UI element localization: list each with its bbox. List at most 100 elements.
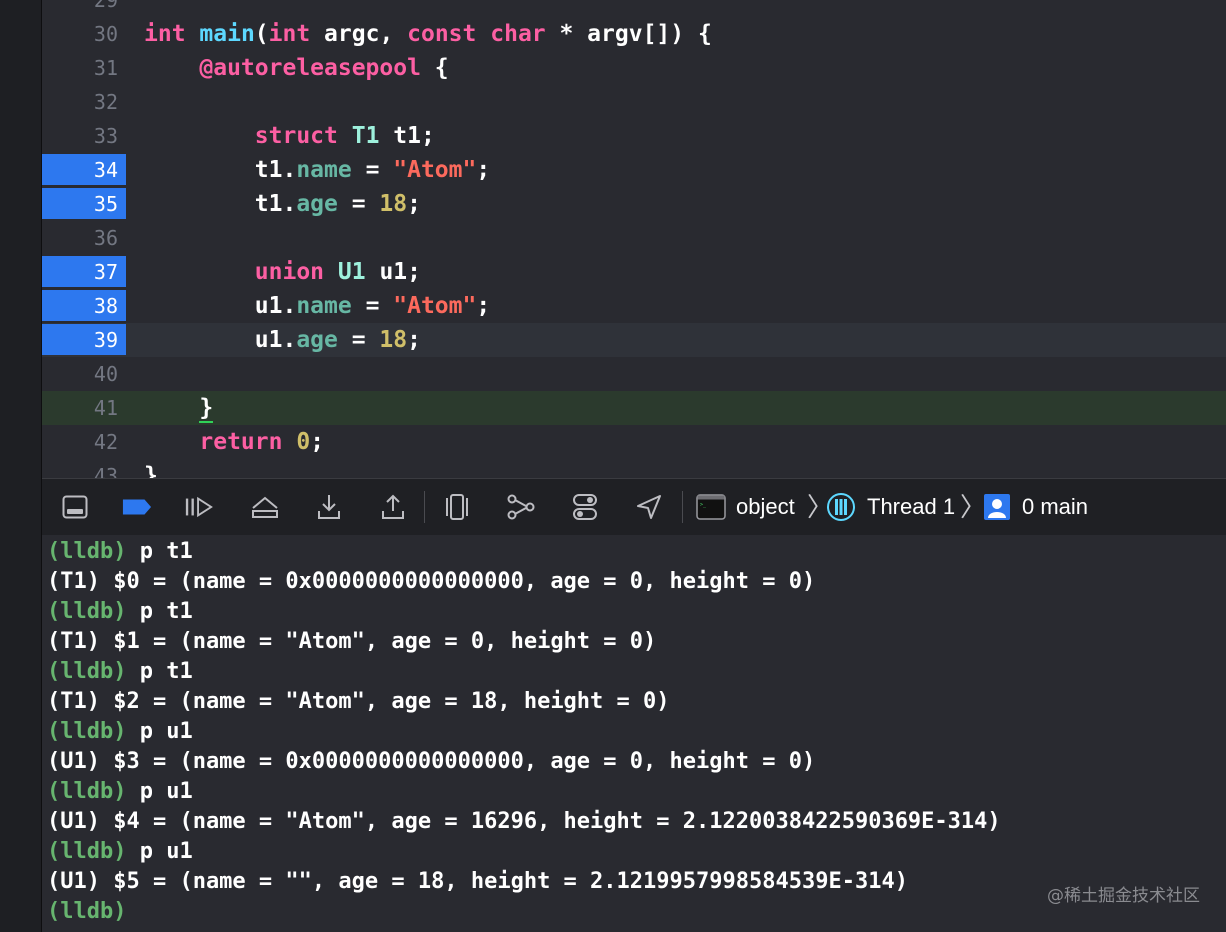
code-text[interactable]: } bbox=[144, 459, 158, 478]
memory-graph-icon[interactable] bbox=[506, 493, 536, 521]
code-token: int bbox=[144, 21, 186, 47]
code-token: age bbox=[296, 327, 338, 353]
code-line[interactable]: 29 bbox=[42, 0, 1226, 17]
code-token: 18 bbox=[379, 191, 408, 217]
code-line[interactable]: 43} bbox=[42, 459, 1226, 478]
code-text[interactable]: } bbox=[144, 391, 214, 425]
lldb-prompt: (lldb) bbox=[47, 719, 127, 744]
line-number-gutter[interactable]: 39 bbox=[42, 323, 136, 357]
code-text[interactable]: int main(int argc, const char * argv[]) … bbox=[144, 17, 712, 51]
line-number: 30 bbox=[93, 22, 118, 46]
console-text: (U1) $5 = (name = "", age = 18, height =… bbox=[47, 869, 908, 894]
watermark: @稀土掘金技术社区 bbox=[1047, 886, 1200, 906]
code-text[interactable]: return 0; bbox=[144, 425, 324, 459]
code-token: = bbox=[337, 327, 380, 353]
toggle-console-icon[interactable] bbox=[60, 493, 90, 521]
code-line[interactable]: 30 int main(int argc, const char * argv[]… bbox=[42, 17, 1226, 51]
breakpoints-toggle-icon[interactable] bbox=[122, 493, 152, 521]
line-number: 32 bbox=[93, 90, 118, 114]
code-line[interactable]: 37 union U1 u1; bbox=[42, 255, 1226, 289]
line-number: 31 bbox=[93, 56, 118, 80]
console-command-line: (lldb) p t1 bbox=[47, 537, 193, 567]
line-number-gutter[interactable]: 30 bbox=[42, 17, 136, 51]
code-editor[interactable]: 29 30 int main(int argc, const char * argv… bbox=[42, 0, 1226, 478]
step-out-icon[interactable] bbox=[378, 493, 408, 521]
debug-bar: >_ object 〉 Thread 1 〉 0 main bbox=[42, 478, 1226, 536]
line-number: 37 bbox=[93, 260, 118, 284]
code-text[interactable]: struct T1 t1; bbox=[144, 119, 435, 153]
line-number-gutter[interactable]: 38 bbox=[42, 289, 136, 323]
console-text: (U1) $3 = (name = 0x0000000000000000, ag… bbox=[47, 749, 816, 774]
code-line[interactable]: 42 return 0; bbox=[42, 425, 1226, 459]
code-token: ; bbox=[310, 429, 325, 455]
code-token: struct bbox=[254, 123, 338, 149]
code-token: } bbox=[199, 395, 214, 423]
line-number-gutter[interactable]: 35 bbox=[42, 187, 136, 221]
line-number-gutter[interactable]: 33 bbox=[42, 119, 136, 153]
code-line[interactable]: 40 bbox=[42, 357, 1226, 391]
continue-icon[interactable] bbox=[184, 493, 214, 521]
code-text[interactable]: union U1 u1; bbox=[144, 255, 421, 289]
debug-console[interactable]: (lldb) p t1 (T1) $0 = (name = 0x000000000… bbox=[42, 535, 1226, 932]
lldb-prompt: (lldb) bbox=[47, 659, 127, 684]
console-output-line: (U1) $5 = (name = "", age = 18, height =… bbox=[47, 867, 908, 897]
console-text: (T1) $0 = (name = 0x0000000000000000, ag… bbox=[47, 569, 816, 594]
console-text: (T1) $2 = (name = "Atom", age = 18, heig… bbox=[47, 689, 670, 714]
line-number-gutter[interactable]: 43 bbox=[42, 459, 136, 478]
code-line[interactable]: 33 struct T1 t1; bbox=[42, 119, 1226, 153]
view-hierarchy-icon[interactable] bbox=[442, 493, 472, 521]
step-over-icon[interactable] bbox=[250, 493, 280, 521]
code-text[interactable]: u1.name = "Atom"; bbox=[144, 289, 490, 323]
simulate-location-icon[interactable] bbox=[634, 493, 664, 521]
code-text[interactable]: t1.name = "Atom"; bbox=[144, 153, 490, 187]
line-number: 43 bbox=[93, 464, 118, 478]
code-line[interactable]: 35 t1.age = 18; bbox=[42, 187, 1226, 221]
code-text[interactable]: u1.age = 18; bbox=[144, 323, 421, 357]
line-number-gutter[interactable]: 31 bbox=[42, 51, 136, 85]
line-number-gutter[interactable]: 41 bbox=[42, 391, 136, 425]
console-output-line: (U1) $3 = (name = 0x0000000000000000, ag… bbox=[47, 747, 815, 777]
frame-main-label[interactable]: 0 main bbox=[1022, 493, 1088, 521]
line-number: 39 bbox=[93, 328, 118, 352]
line-number-gutter[interactable]: 29 bbox=[42, 0, 136, 17]
code-line[interactable]: 39 u1.age = 18; bbox=[42, 323, 1226, 357]
line-number-gutter[interactable]: 34 bbox=[42, 153, 136, 187]
code-token: char bbox=[490, 21, 546, 47]
code-token: u1. bbox=[144, 327, 297, 353]
code-token: t1. bbox=[144, 191, 297, 217]
line-number-gutter[interactable]: 42 bbox=[42, 425, 136, 459]
code-line[interactable]: 31 @autoreleasepool { bbox=[42, 51, 1226, 85]
code-line[interactable]: 41 } bbox=[42, 391, 1226, 425]
lldb-prompt: (lldb) bbox=[47, 899, 127, 924]
line-number-gutter[interactable]: 32 bbox=[42, 85, 136, 119]
code-token: = bbox=[351, 293, 394, 319]
code-line[interactable]: 36 bbox=[42, 221, 1226, 255]
code-text[interactable]: @autoreleasepool { bbox=[144, 51, 448, 85]
environment-overrides-icon[interactable] bbox=[570, 493, 600, 521]
line-number: 36 bbox=[93, 226, 118, 250]
line-number-gutter[interactable]: 40 bbox=[42, 357, 136, 391]
code-text[interactable]: t1.age = 18; bbox=[144, 187, 421, 221]
lldb-prompt: (lldb) bbox=[47, 839, 127, 864]
code-line[interactable]: 34 t1.name = "Atom"; bbox=[42, 153, 1226, 187]
frame-object-label[interactable]: object bbox=[736, 493, 795, 521]
line-number-gutter[interactable]: 36 bbox=[42, 221, 136, 255]
line-number-gutter[interactable]: 37 bbox=[42, 255, 136, 289]
thread-label[interactable]: Thread 1 bbox=[867, 493, 955, 521]
console-output-line: (U1) $4 = (name = "Atom", age = 16296, h… bbox=[47, 807, 1001, 837]
code-line[interactable]: 38 u1.name = "Atom"; bbox=[42, 289, 1226, 323]
code-token: = bbox=[337, 191, 380, 217]
step-into-icon[interactable] bbox=[314, 493, 344, 521]
code-token: ; bbox=[476, 157, 491, 183]
console-text: p t1 bbox=[126, 659, 193, 684]
code-token: = bbox=[351, 157, 394, 183]
lldb-prompt: (lldb) bbox=[47, 599, 127, 624]
console-command-line: (lldb) p u1 bbox=[47, 777, 193, 807]
code-line[interactable]: 32 bbox=[42, 85, 1226, 119]
